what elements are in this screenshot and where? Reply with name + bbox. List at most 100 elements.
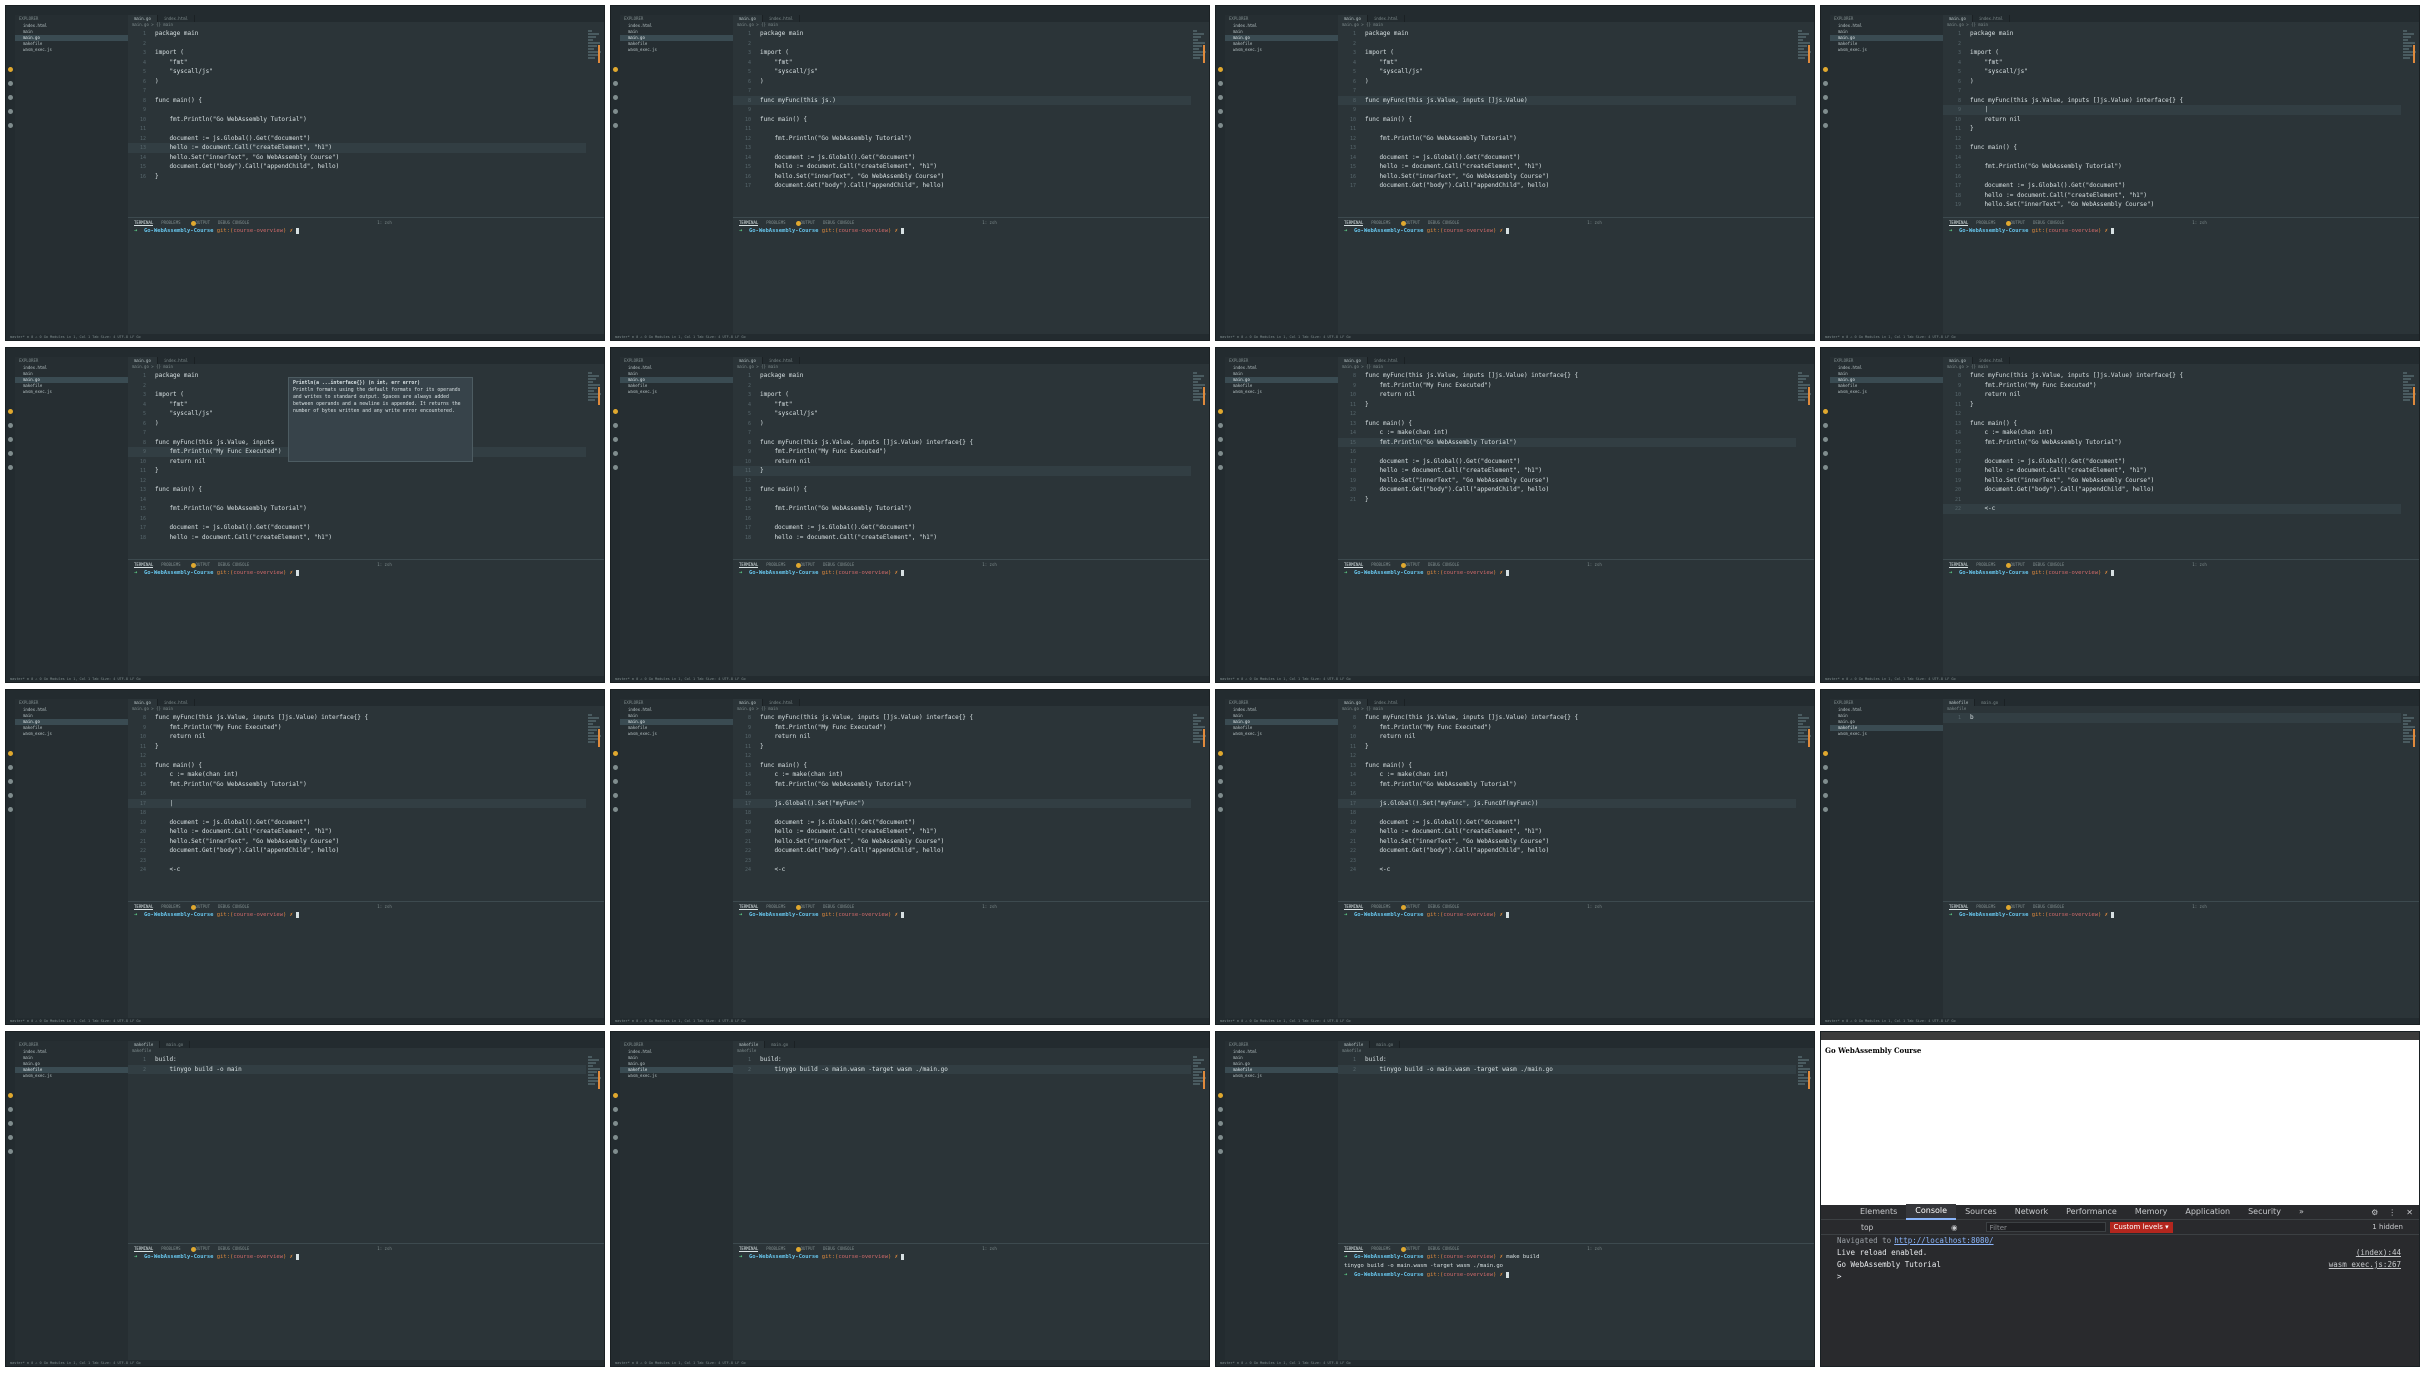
panel-tab-problems[interactable]: PROBLEMS — [766, 1246, 785, 1251]
activity-icon[interactable] — [613, 779, 618, 784]
activity-icon[interactable] — [1823, 81, 1828, 86]
activity-icon[interactable] — [8, 765, 13, 770]
activity-icon[interactable] — [613, 1149, 618, 1154]
sidebar-file-item[interactable]: wasm_exec.js — [15, 47, 128, 53]
devtools-tab-sources[interactable]: Sources — [1956, 1205, 2006, 1219]
code-editor[interactable]: makefile main.go makefile 1 build: 2 tinygo b… — [733, 1041, 1209, 1243]
activity-icon[interactable] — [1823, 67, 1828, 72]
tab-inactive[interactable]: index.html — [762, 15, 800, 22]
sidebar-file-item[interactable]: wasm_exec.js — [620, 47, 733, 53]
activity-icon[interactable] — [613, 807, 618, 812]
activity-icon[interactable] — [8, 1149, 13, 1154]
eye-icon[interactable]: ◉ — [1951, 1223, 1958, 1232]
devtools-tab-console[interactable]: Console — [1906, 1204, 1957, 1220]
tab-inactive[interactable]: main.go — [765, 1041, 796, 1048]
close-icon[interactable]: ✕ — [2406, 1208, 2413, 1217]
panel-tab-debug-console[interactable]: DEBUG CONSOLE — [823, 904, 854, 909]
panel-tab-debug-console[interactable]: DEBUG CONSOLE — [2033, 220, 2064, 225]
activity-icon[interactable] — [1823, 437, 1828, 442]
activity-icon[interactable] — [1218, 81, 1223, 86]
activity-icon[interactable] — [1218, 451, 1223, 456]
activity-icon[interactable] — [8, 123, 13, 128]
code-editor[interactable]: main.go index.html main.go > {} main 1 packa… — [128, 357, 604, 559]
devtools-tab-performance[interactable]: Performance — [2057, 1205, 2126, 1219]
activity-icon[interactable] — [1823, 465, 1828, 470]
panel-tab-terminal[interactable]: TERMINAL — [739, 904, 759, 910]
activity-icon[interactable] — [8, 779, 13, 784]
tab-active[interactable]: makefile — [1338, 1041, 1371, 1048]
activity-icon[interactable] — [1823, 807, 1828, 812]
panel-tab-debug-console[interactable]: DEBUG CONSOLE — [823, 562, 854, 567]
tab-inactive[interactable]: index.html — [1972, 15, 2010, 22]
activity-icon[interactable] — [1218, 409, 1223, 414]
activity-icon[interactable] — [1218, 1149, 1223, 1154]
code-editor[interactable]: main.go index.html main.go > {} main 8 func … — [1338, 357, 1814, 559]
terminal-prompt[interactable]: ➜ Go-WebAssembly-Course git:(course-over… — [733, 569, 1209, 578]
sidebar-file-item[interactable]: wasm_exec.js — [1830, 389, 1943, 395]
activity-icon[interactable] — [613, 1121, 618, 1126]
panel-tab-problems[interactable]: PROBLEMS — [161, 1246, 180, 1251]
terminal-shell-select[interactable]: 1: zsh — [1587, 220, 1601, 225]
panel-tab-debug-console[interactable]: DEBUG CONSOLE — [218, 220, 249, 225]
terminal-prompt[interactable]: ➜ Go-WebAssembly-Course git:(course-over… — [1943, 911, 2419, 920]
activity-icon[interactable] — [613, 451, 618, 456]
devtools-tab-[interactable]: » — [2290, 1205, 2313, 1219]
activity-icon[interactable] — [1218, 765, 1223, 770]
code-editor[interactable]: main.go index.html main.go > {} main 1 packa… — [733, 357, 1209, 559]
tab-inactive[interactable]: index.html — [157, 357, 195, 364]
panel-tab-output[interactable]: OUTPUT — [196, 220, 210, 225]
terminal-prompt[interactable]: ➜ Go-WebAssembly-Course git:(course-over… — [128, 911, 604, 920]
activity-icon[interactable] — [1218, 807, 1223, 812]
panel-tab-problems[interactable]: PROBLEMS — [766, 562, 785, 567]
terminal-shell-select[interactable]: 1: zsh — [982, 1246, 996, 1251]
sidebar-file-item[interactable]: wasm_exec.js — [1225, 389, 1338, 395]
activity-icon[interactable] — [1218, 779, 1223, 784]
activity-icon[interactable] — [8, 81, 13, 86]
activity-icon[interactable] — [1218, 423, 1223, 428]
tab-active[interactable]: main.go — [128, 357, 158, 364]
panel-tab-output[interactable]: OUTPUT — [801, 562, 815, 567]
context-select[interactable]: top — [1861, 1223, 1951, 1232]
code-editor[interactable]: main.go index.html main.go > {} main 8 func … — [1943, 357, 2419, 559]
tab-active[interactable]: main.go — [128, 699, 158, 706]
panel-tab-problems[interactable]: PROBLEMS — [1976, 220, 1995, 225]
navigated-url[interactable]: http://localhost:8080/ — [1894, 1235, 1993, 1247]
panel-tab-terminal[interactable]: TERMINAL — [134, 562, 154, 568]
terminal-prompt[interactable]: ➜ Go-WebAssembly-Course git:(course-over… — [733, 1253, 1209, 1262]
console-prompt[interactable]: > — [1821, 1271, 2419, 1283]
panel-tab-debug-console[interactable]: DEBUG CONSOLE — [218, 562, 249, 567]
activity-icon[interactable] — [1218, 123, 1223, 128]
activity-icon[interactable] — [613, 67, 618, 72]
terminal-shell-select[interactable]: 1: zsh — [377, 904, 391, 909]
activity-icon[interactable] — [8, 751, 13, 756]
sidebar-file-item[interactable]: wasm_exec.js — [1225, 1073, 1338, 1079]
tab-inactive[interactable]: index.html — [157, 699, 195, 706]
panel-tab-problems[interactable]: PROBLEMS — [766, 904, 785, 909]
panel-tab-terminal[interactable]: TERMINAL — [1344, 220, 1364, 226]
log-source-link[interactable]: wasm_exec.js:267 — [2329, 1259, 2419, 1271]
panel-tab-terminal[interactable]: TERMINAL — [134, 220, 154, 226]
activity-icon[interactable] — [1218, 95, 1223, 100]
tab-inactive[interactable]: index.html — [762, 699, 800, 706]
activity-icon[interactable] — [8, 807, 13, 812]
sidebar-file-item[interactable]: wasm_exec.js — [15, 1073, 128, 1079]
terminal-shell-select[interactable]: 1: zsh — [377, 220, 391, 225]
panel-tab-output[interactable]: OUTPUT — [1406, 1246, 1420, 1251]
code-editor[interactable]: main.go index.html main.go > {} main 1 packa… — [1338, 15, 1814, 217]
terminal-prompt[interactable]: ➜ Go-WebAssembly-Course git:(course-over… — [128, 1253, 604, 1262]
panel-tab-output[interactable]: OUTPUT — [801, 220, 815, 225]
activity-icon[interactable] — [1823, 793, 1828, 798]
tab-inactive[interactable]: main.go — [1370, 1041, 1401, 1048]
activity-icon[interactable] — [1823, 109, 1828, 114]
activity-icon[interactable] — [8, 1107, 13, 1112]
tab-inactive[interactable]: index.html — [1367, 699, 1405, 706]
activity-icon[interactable] — [1218, 1107, 1223, 1112]
terminal-prompt[interactable]: ➜ Go-WebAssembly-Course git:(course-over… — [733, 911, 1209, 920]
sidebar-file-item[interactable]: wasm_exec.js — [620, 731, 733, 737]
panel-tab-output[interactable]: OUTPUT — [196, 1246, 210, 1251]
filter-input[interactable]: Filter — [1985, 1222, 2106, 1232]
activity-icon[interactable] — [1823, 423, 1828, 428]
log-source-link[interactable]: (index):44 — [2356, 1247, 2419, 1259]
activity-icon[interactable] — [613, 751, 618, 756]
activity-icon[interactable] — [8, 793, 13, 798]
